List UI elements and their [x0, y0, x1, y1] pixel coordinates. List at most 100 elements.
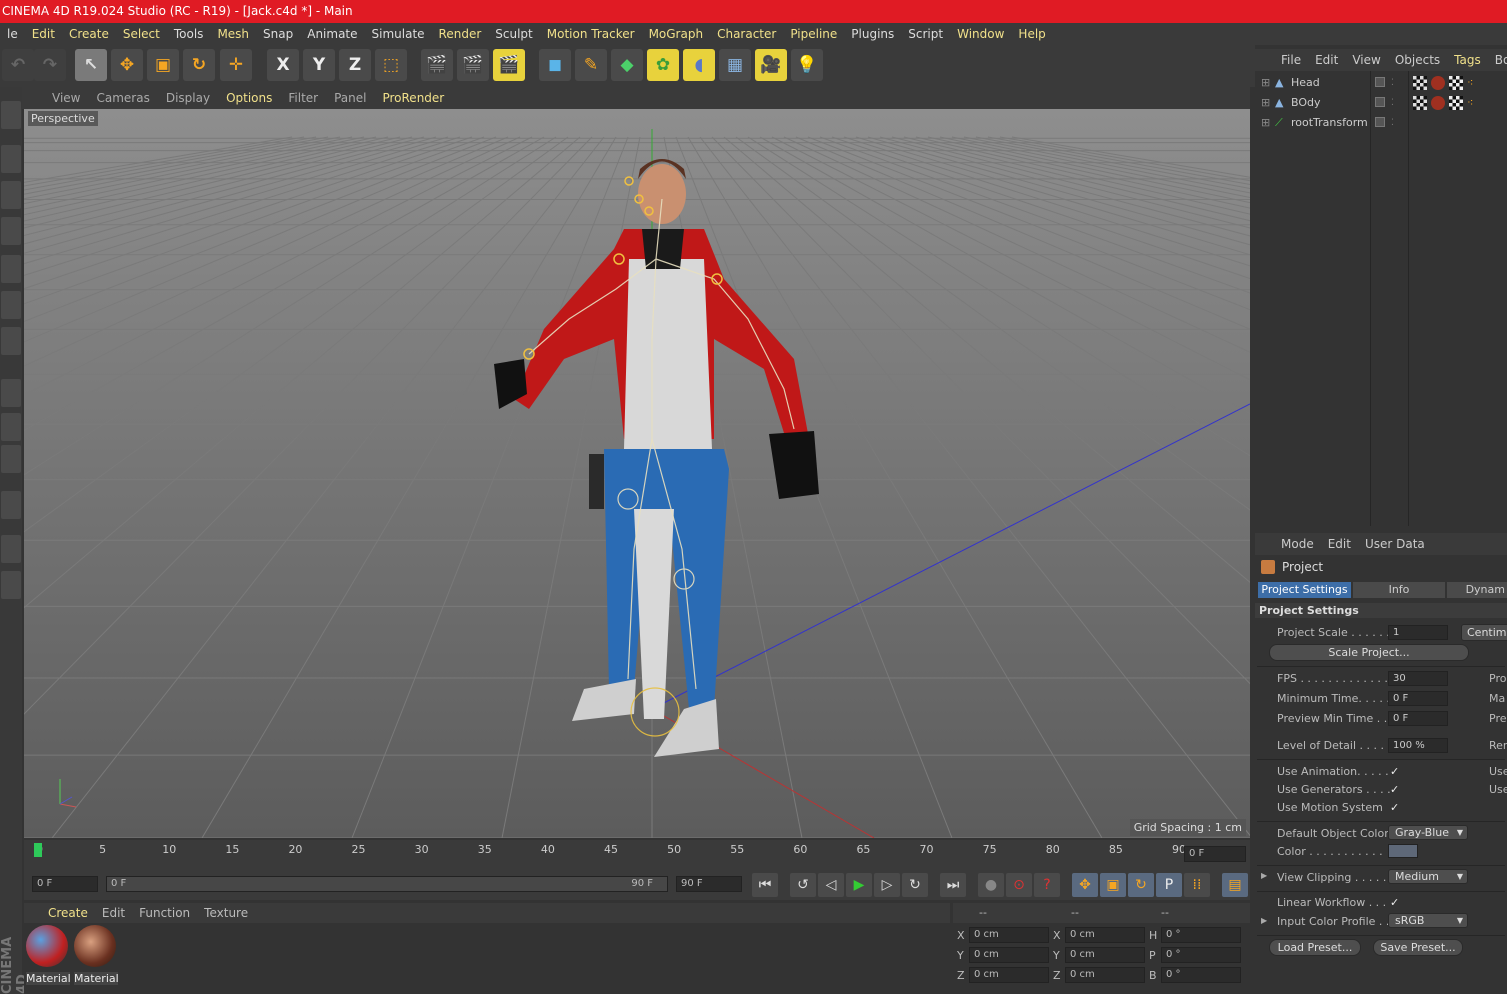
enable-snap-icon[interactable]	[1, 491, 21, 519]
mograph-cloner-icon[interactable]: ✿	[647, 49, 679, 81]
deformer-icon[interactable]: ◖	[683, 49, 715, 81]
object-name[interactable]: rootTransform	[1291, 113, 1368, 133]
make-editable-icon[interactable]	[1, 101, 21, 129]
viewport-menu-view[interactable]: View	[22, 91, 88, 105]
visibility-toggle-icon[interactable]	[1375, 77, 1385, 87]
go-to-end-icon[interactable]: ⏭	[940, 873, 966, 897]
render-dots-icon[interactable]: ⁚	[1391, 73, 1394, 93]
color-swatch[interactable]	[1388, 844, 1418, 858]
coord-value-field[interactable]: 0 cm	[969, 927, 1049, 943]
render-dots-icon[interactable]: ⁚	[1391, 113, 1394, 133]
uvw-tag-icon[interactable]	[1449, 96, 1463, 110]
menu-mesh[interactable]: Mesh	[210, 27, 256, 41]
material-menu-texture[interactable]: Texture	[197, 906, 255, 920]
model-mode-icon[interactable]	[1, 145, 21, 173]
level-of-detail-field[interactable]: 100 %	[1388, 738, 1448, 753]
rotate-tool-icon[interactable]: ↻	[183, 49, 215, 81]
expand-toggle-icon[interactable]: ⊞	[1261, 73, 1270, 93]
menu-edit[interactable]: Edit	[25, 27, 62, 41]
object-row[interactable]: ⊞ ⟋ rootTransform ⁚	[1255, 113, 1507, 133]
texture-tag-icon[interactable]	[1413, 76, 1427, 90]
y-axis-lock-button[interactable]: Y	[303, 49, 335, 81]
viewport-menu-panel[interactable]: Panel	[326, 91, 374, 105]
material-swatch[interactable]: Material	[26, 925, 71, 985]
render-settings-icon[interactable]: 🎬	[493, 49, 525, 81]
menu-pipeline[interactable]: Pipeline	[783, 27, 844, 41]
object-name[interactable]: BOdy	[1291, 93, 1321, 113]
menu-plugins[interactable]: Plugins	[844, 27, 901, 41]
menu-script[interactable]: Script	[901, 27, 950, 41]
texture-mode-icon[interactable]	[1, 181, 21, 209]
autokeying-icon[interactable]: ⊙	[1006, 873, 1032, 897]
viewport-menu-options[interactable]: Options	[218, 91, 280, 105]
use-motion-system-checkbox[interactable]: ✓	[1390, 801, 1399, 814]
previous-frame-icon[interactable]: ◁	[818, 873, 844, 897]
object-row[interactable]: ⊞ ▲ BOdy ⁚ ⁖	[1255, 93, 1507, 113]
expand-toggle-icon[interactable]: ⊞	[1261, 93, 1270, 113]
weight-tag-icon[interactable]: ⁖	[1467, 93, 1473, 113]
key-rotation-icon[interactable]: ↻	[1128, 873, 1154, 897]
coord-value-field[interactable]: 0 cm	[969, 947, 1049, 963]
playhead[interactable]	[34, 843, 42, 857]
light-icon[interactable]: 💡	[791, 49, 823, 81]
polygons-mode-icon[interactable]	[1, 327, 21, 355]
previous-key-icon[interactable]: ↺	[790, 873, 816, 897]
keyframe-selection-icon[interactable]: ?	[1034, 873, 1060, 897]
preview-min-time-field[interactable]: 0 F	[1388, 711, 1448, 726]
record-keys-icon[interactable]: ●	[978, 873, 1004, 897]
weight-tag-icon[interactable]: ⁖	[1467, 73, 1473, 93]
menu-tools[interactable]: Tools	[167, 27, 211, 41]
menu-mograph[interactable]: MoGraph	[642, 27, 711, 41]
coord-value-field[interactable]: 0 cm	[1065, 967, 1145, 983]
go-to-start-icon[interactable]: ⏮	[752, 873, 778, 897]
attr-menu-edit[interactable]: Edit	[1321, 537, 1358, 551]
timeline-ruler[interactable]: 051015202530354045505560657075808590 0 F	[24, 840, 1250, 870]
menu-window[interactable]: Window	[950, 27, 1011, 41]
scale-project-button[interactable]: Scale Project...	[1269, 644, 1469, 661]
undo-icon[interactable]: ↶	[2, 49, 34, 81]
key-position-icon[interactable]: ✥	[1072, 873, 1098, 897]
scale-tool-icon[interactable]: ▣	[147, 49, 179, 81]
current-frame-field[interactable]: 0 F	[1184, 846, 1246, 862]
object-menu-edit[interactable]: Edit	[1308, 53, 1345, 67]
key-scale-icon[interactable]: ▣	[1100, 873, 1126, 897]
menu-help[interactable]: Help	[1011, 27, 1052, 41]
locked-workplane-icon[interactable]	[1, 535, 21, 563]
menu-select[interactable]: Select	[116, 27, 167, 41]
expand-toggle-icon[interactable]: ⊞	[1261, 113, 1270, 133]
cube-icon[interactable]: ◼	[539, 49, 571, 81]
perspective-viewport[interactable]: Perspective Grid Spacing : 1 cm ✥ ⇕ ⟲ ▢	[24, 109, 1250, 838]
material-tag-icon[interactable]	[1431, 96, 1445, 110]
material-tag-icon[interactable]	[1431, 76, 1445, 90]
redo-icon[interactable]: ↷	[34, 49, 66, 81]
render-view-icon[interactable]: 🎬	[421, 49, 453, 81]
project-scale-field[interactable]: 1	[1388, 625, 1448, 640]
coord-value-field[interactable]: 0 cm	[1065, 947, 1145, 963]
play-forward-icon[interactable]: ▶	[846, 873, 872, 897]
menu-sculpt[interactable]: Sculpt	[488, 27, 539, 41]
expand-arrow-icon[interactable]: ▶	[1261, 871, 1267, 880]
use-generators-checkbox[interactable]: ✓	[1390, 783, 1399, 796]
key-parameter-icon[interactable]: P	[1156, 873, 1182, 897]
menu-render[interactable]: Render	[432, 27, 489, 41]
attr-menu-user-data[interactable]: User Data	[1358, 537, 1432, 551]
linear-workflow-checkbox[interactable]: ✓	[1390, 896, 1399, 909]
menu-character[interactable]: Character	[710, 27, 783, 41]
object-name[interactable]: Head	[1291, 73, 1320, 93]
object-menu-objects[interactable]: Objects	[1388, 53, 1447, 67]
next-frame-icon[interactable]: ▷	[874, 873, 900, 897]
viewport-scene[interactable]	[24, 109, 1250, 838]
live-selection-icon[interactable]: ↖	[75, 49, 107, 81]
viewport-menu-display[interactable]: Display	[158, 91, 218, 105]
visibility-toggle-icon[interactable]	[1375, 117, 1385, 127]
menu-snap[interactable]: Snap	[256, 27, 300, 41]
planar-workplane-icon[interactable]	[1, 571, 21, 599]
tweak-mode-icon[interactable]	[1, 413, 21, 441]
workplane-icon[interactable]	[1, 217, 21, 245]
fps-field[interactable]: 30	[1388, 671, 1448, 686]
viewport-menu-cameras[interactable]: Cameras	[88, 91, 157, 105]
coord-value-field[interactable]: 0 °	[1161, 967, 1241, 983]
solo-mode-icon[interactable]	[1, 445, 21, 473]
tab-info[interactable]: Info	[1353, 582, 1445, 598]
floor-scene-icon[interactable]: ▦	[719, 49, 751, 81]
